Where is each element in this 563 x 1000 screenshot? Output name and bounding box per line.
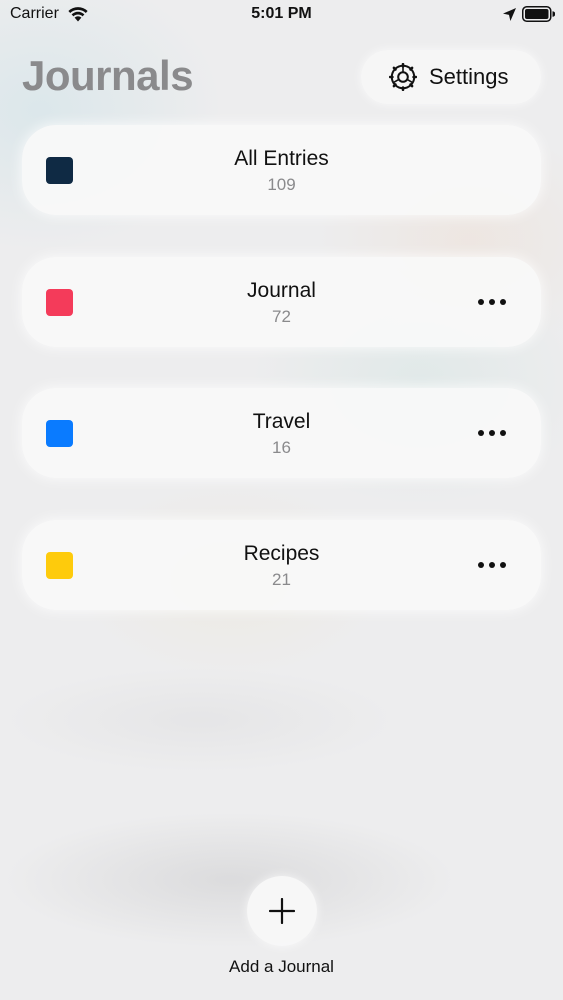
add-journal-label: Add a Journal <box>229 957 334 976</box>
ellipsis-icon <box>478 430 506 436</box>
settings-label: Settings <box>429 64 509 89</box>
ellipsis-icon <box>478 299 506 305</box>
ellipsis-icon <box>478 562 506 568</box>
journal-entry-count: 21 <box>272 570 291 589</box>
journal-name: Travel <box>252 410 311 433</box>
journal-name: All Entries <box>234 147 329 170</box>
add-journal-button[interactable] <box>247 876 317 946</box>
more-options-button[interactable] <box>470 287 514 317</box>
journal-card-journal[interactable]: Journal 72 <box>22 257 541 347</box>
more-options-button[interactable] <box>470 550 514 580</box>
status-bar: Carrier 5:01 PM <box>0 0 563 30</box>
journal-entry-count: 72 <box>272 307 291 326</box>
journal-entry-count: 16 <box>272 438 291 457</box>
page-title: Journals <box>22 52 194 99</box>
gear-icon <box>389 63 417 91</box>
location-arrow-icon <box>503 8 516 21</box>
battery-icon <box>522 6 555 22</box>
more-options-button[interactable] <box>470 418 514 448</box>
journal-entry-count: 109 <box>267 175 296 194</box>
clock-time: 5:01 PM <box>251 5 312 22</box>
journal-card-all-entries[interactable]: All Entries 109 <box>22 125 541 215</box>
journal-name: Recipes <box>243 542 320 565</box>
journal-card-travel[interactable]: Travel 16 <box>22 388 541 478</box>
settings-button[interactable]: Settings <box>361 50 541 104</box>
plus-icon <box>269 898 295 924</box>
journal-name: Journal <box>247 279 316 302</box>
journal-card-recipes[interactable]: Recipes 21 <box>22 520 541 610</box>
